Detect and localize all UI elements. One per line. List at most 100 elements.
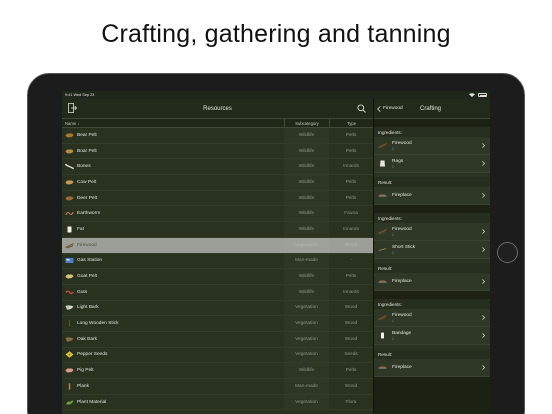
table-row[interactable]: Plant Material Vegetation Flora (62, 395, 373, 411)
table-row[interactable]: Deer Pelt Wildlife Pelts (62, 191, 373, 207)
recipe-item-qty: 1 (392, 318, 394, 323)
table-row[interactable]: Long Wooden Stick Vegetation Wood (62, 316, 373, 332)
row-type: Wood (344, 305, 358, 311)
row-type: Flora (345, 399, 357, 405)
column-name[interactable]: Name ↓ (62, 121, 284, 126)
table-row[interactable]: Plank Man-made Wood (62, 379, 373, 395)
crafting-pane: Firewood Crafting Ingredients: Firewood 1 R… (373, 99, 490, 414)
table-row[interactable]: Pig Pelt Wildlife Pelts (62, 363, 373, 379)
pelt-icon (65, 133, 74, 138)
fireplace-icon (378, 280, 387, 283)
table-row[interactable]: Bones Wildlife Innards (62, 159, 373, 176)
table-row[interactable]: Cow Pelt Wildlife Pelts (62, 175, 373, 191)
plant-icon (66, 399, 74, 405)
back-button[interactable]: Firewood (377, 105, 403, 112)
pelt-icon (65, 195, 74, 201)
row-name-text: Firewood (77, 242, 97, 248)
table-row[interactable]: Pepper Seeds Vegetation Seeds (62, 348, 373, 364)
pelt-icon (65, 180, 74, 185)
bark-icon (65, 305, 74, 310)
recipe-item-text: Short Stick 1 (392, 245, 415, 255)
row-name: Deer Pelt (62, 195, 284, 202)
row-subcategory: Vegetation (284, 316, 329, 331)
table-row[interactable]: Guts Wildlife Innards (62, 285, 373, 301)
crafting-title: Crafting (420, 105, 442, 112)
recipe-card: Ingredients: Firewood 1 Bandage 1 Result: Fire… (374, 299, 490, 377)
recipe-item-name: Bandage (392, 330, 412, 336)
recipe-item[interactable]: Rags 1 (374, 155, 490, 173)
column-type[interactable]: Type (329, 119, 373, 127)
row-subcategory: Wildlife (284, 222, 329, 237)
recipe-item-name: Rags (392, 158, 404, 164)
fat-icon (67, 226, 72, 233)
row-name-text: Earthworm (77, 211, 101, 217)
row-subcategory: Wildlife (284, 285, 329, 300)
row-subcategory: Wildlife (284, 269, 329, 284)
chevron-right-icon (482, 193, 485, 198)
row-name-text: Long Wooden Stick (77, 321, 119, 327)
recipe-item-name: Firewood (392, 226, 412, 232)
pelt-icon (65, 368, 74, 373)
table-row[interactable]: Earthworm Wildlife Fauna (62, 206, 373, 223)
resources-column-header: Name ↓ Subcategory Type (62, 119, 373, 128)
status-bar: 9:41 Wed Sep 23 (62, 91, 490, 99)
table-row[interactable]: Bear Pelt Wildlife Pelts (62, 128, 373, 144)
row-type: Pelts (345, 274, 357, 280)
column-subcategory[interactable]: Subcategory (284, 119, 329, 127)
chevron-right-icon (482, 161, 485, 166)
recipe-item[interactable]: Bandage 1 (374, 327, 490, 345)
row-type: Wood (344, 321, 358, 327)
recipe-item[interactable]: Fireplace (374, 187, 490, 205)
recipe-item[interactable]: Fireplace (374, 273, 490, 291)
row-name-text: Cow Pelt (77, 179, 97, 185)
row-name-text: Gas Station (77, 258, 103, 264)
recipes-list: Ingredients: Firewood 1 Rags 1 Result: Firepla… (374, 127, 490, 377)
table-row[interactable]: Oak Bark Vegetation Wood (62, 332, 373, 348)
battery-icon (478, 93, 487, 97)
table-row[interactable]: Gas Station Man-made - (62, 254, 373, 270)
bandage-icon (381, 332, 384, 339)
table-row[interactable]: Boar Pelt Wildlife Pelts (62, 144, 373, 160)
row-name: Goat Pelt (62, 273, 284, 280)
recipe-item-name: Fireplace (392, 279, 412, 284)
recipe-item-name: Firewood (392, 312, 412, 318)
row-name-text: Bones (77, 164, 91, 170)
firewood-icon (378, 314, 387, 321)
fireplace-icon (378, 194, 387, 197)
recipe-item[interactable]: Firewood 1 (374, 137, 490, 155)
row-subcategory: Wildlife (284, 175, 329, 190)
status-indicators (469, 93, 487, 97)
row-subcategory: Wildlife (284, 128, 329, 143)
row-name-text: Boar Pelt (77, 148, 97, 154)
table-row[interactable]: Fat Wildlife Innards (62, 222, 373, 238)
row-name: Cow Pelt (62, 179, 284, 186)
crafting-nav-bar: Firewood Crafting (374, 99, 490, 119)
guts-icon (65, 290, 74, 294)
table-row[interactable]: Goat Pelt Wildlife Pelts (62, 269, 373, 285)
table-row[interactable]: Light Bark Vegetation Wood (62, 301, 373, 317)
firewood-icon (65, 242, 74, 249)
row-name: Plank (62, 383, 284, 390)
recipe-item[interactable]: Short Stick 1 (374, 241, 490, 259)
row-name-text: Guts (77, 289, 88, 295)
chevron-right-icon (482, 229, 485, 234)
row-name: Fat (62, 226, 284, 233)
search-icon[interactable] (357, 104, 366, 113)
recipe-item-text: Firewood 1 (392, 227, 412, 237)
row-type: Pelts (345, 148, 357, 154)
table-row[interactable]: Firewood Vegetation Wood (62, 237, 373, 254)
recipe-item[interactable]: Firewood 1 (374, 223, 490, 241)
recipe-item-text: Firewood 1 (392, 313, 412, 323)
row-type: Wood (344, 336, 358, 342)
row-subcategory: Vegetation (284, 348, 329, 363)
recipe-item[interactable]: Firewood 1 (374, 309, 490, 327)
recipe-item-qty: 1 (392, 250, 394, 255)
home-button[interactable] (497, 242, 518, 263)
ingredients-label: Ingredients: (374, 299, 490, 309)
recipe-item[interactable]: Fireplace (374, 359, 490, 377)
firewood-icon (378, 228, 387, 235)
chevron-right-icon (482, 333, 485, 338)
row-type: - (350, 258, 352, 264)
row-name: Bones (62, 163, 284, 170)
row-name: Gas Station (62, 257, 284, 264)
